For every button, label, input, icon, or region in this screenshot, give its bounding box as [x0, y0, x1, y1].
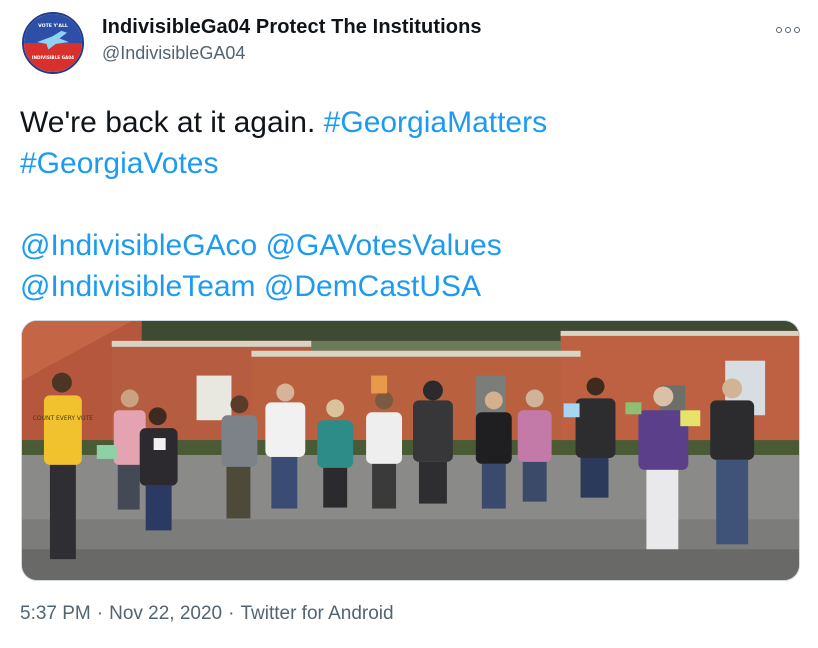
tweet-text-plain: We're back at it again. [20, 106, 316, 139]
photo-sign-text: COUNT EVERY VOTE [33, 415, 94, 422]
tweet-source[interactable]: Twitter for Android [240, 603, 393, 624]
avatar-logo-icon: VOTE Y'ALL INDIVISIBLE GA04 [24, 14, 82, 72]
more-dot [785, 27, 791, 33]
tweet-photo[interactable]: COUNT EVERY VOTE [21, 320, 800, 581]
meta-separator: · [96, 603, 104, 624]
display-name[interactable]: IndivisibleGa04 Protect The Institutions [102, 16, 482, 39]
mention-link[interactable]: @IndivisibleGAco [20, 229, 257, 262]
tweet: VOTE Y'ALL INDIVISIBLE GA04 IndivisibleG… [0, 0, 818, 648]
tweet-text-line-1: We're back at it again. #GeorgiaMatters [20, 102, 800, 143]
photo-image: COUNT EVERY VOTE [22, 321, 799, 580]
avatar-text-bottom: INDIVISIBLE GA04 [32, 55, 74, 60]
tweet-meta: 5:37 PM · Nov 22, 2020 · Twitter for Android [20, 603, 394, 625]
tweet-text: We're back at it again. #GeorgiaMatters … [20, 102, 800, 307]
more-horizontal-icon[interactable] [776, 22, 800, 38]
tweet-text-line-4: @IndivisibleTeam @DemCastUSA [20, 266, 800, 307]
avatar-text-top: VOTE Y'ALL [38, 23, 68, 29]
mention-link[interactable]: @IndivisibleTeam [20, 270, 256, 303]
tweet-date[interactable]: Nov 22, 2020 [109, 603, 222, 624]
tweet-time[interactable]: 5:37 PM [20, 603, 91, 624]
tweet-text-line-3: @IndivisibleGAco @GAVotesValues [20, 225, 800, 266]
more-dot [794, 27, 800, 33]
hashtag-link[interactable]: #GeorgiaMatters [324, 106, 547, 139]
avatar[interactable]: VOTE Y'ALL INDIVISIBLE GA04 [22, 12, 84, 74]
mention-link[interactable]: @GAVotesValues [266, 229, 502, 262]
more-dot [776, 27, 782, 33]
handle[interactable]: @IndivisibleGA04 [102, 43, 245, 64]
meta-separator: · [228, 603, 235, 624]
mention-link[interactable]: @DemCastUSA [264, 270, 481, 303]
hashtag-link[interactable]: #GeorgiaVotes [20, 147, 218, 180]
tweet-text-line-2: #GeorgiaVotes [20, 143, 800, 184]
